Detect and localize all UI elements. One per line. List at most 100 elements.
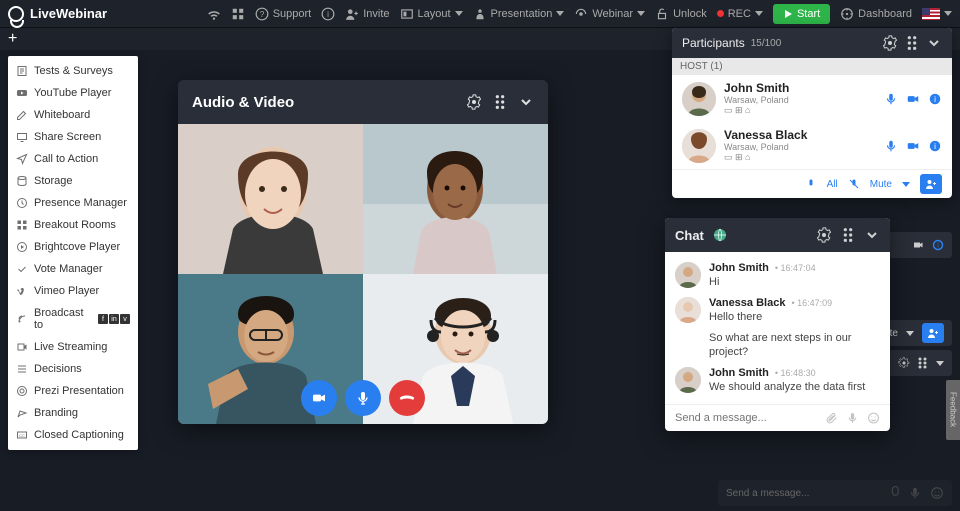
add-content-button[interactable]: + xyxy=(8,30,17,48)
menu-cc[interactable]: CCClosed Captioning xyxy=(8,424,138,446)
wifi-icon[interactable] xyxy=(207,7,221,21)
mic-icon[interactable] xyxy=(884,139,898,153)
avatar xyxy=(682,129,716,163)
gear-icon[interactable] xyxy=(466,94,482,110)
flag-us-icon xyxy=(922,8,940,20)
menu-breakout[interactable]: Breakout Rooms xyxy=(8,214,138,236)
mute-button[interactable]: Mute xyxy=(870,179,892,190)
menu-live-streaming[interactable]: Live Streaming xyxy=(8,336,138,358)
globe-icon xyxy=(712,227,728,243)
audio-video-panel: Audio & Video xyxy=(178,80,548,424)
drag-handle-icon[interactable] xyxy=(904,35,920,51)
layout-dropdown[interactable]: Layout xyxy=(400,7,463,21)
participant-os-icons: ▭ ⊞ ⌂ xyxy=(724,105,876,116)
participant-row[interactable]: John Smith Warsaw, Poland ▭ ⊞ ⌂ i xyxy=(672,75,952,122)
menu-call-to-action[interactable]: Call to Action xyxy=(8,148,138,170)
menu-vote[interactable]: Vote Manager xyxy=(8,258,138,280)
social-icons: finv xyxy=(98,314,130,324)
chat-panel: Chat John Smith16:47:04 Hi Vanessa Black… xyxy=(665,218,890,431)
call-controls xyxy=(301,380,425,416)
emoji-icon[interactable] xyxy=(867,411,880,425)
mic-icon[interactable] xyxy=(846,411,859,425)
chevron-down-icon[interactable] xyxy=(518,94,534,110)
dashboard-link[interactable]: Dashboard xyxy=(840,7,912,21)
tools-menu: Tests & Surveys YouTube Player Whiteboar… xyxy=(8,56,138,450)
svg-text:i: i xyxy=(327,9,329,18)
rec-button[interactable]: REC xyxy=(717,8,763,20)
start-button[interactable]: Start xyxy=(773,4,830,24)
chat-title: Chat xyxy=(675,228,704,243)
menu-vimeo[interactable]: Vimeo Player xyxy=(8,280,138,302)
info-icon[interactable]: i xyxy=(321,7,335,21)
chevron-down-icon[interactable] xyxy=(926,35,942,51)
presentation-dropdown[interactable]: Presentation xyxy=(473,7,565,21)
menu-youtube[interactable]: YouTube Player xyxy=(8,82,138,104)
camera-icon[interactable] xyxy=(906,139,920,153)
feedback-tab[interactable]: Feedback xyxy=(946,380,960,440)
participants-header: Participants 15/100 xyxy=(672,28,952,58)
menu-whiteboard[interactable]: Whiteboard xyxy=(8,104,138,126)
participants-count: 15/100 xyxy=(751,38,782,49)
invite-link[interactable]: Invite xyxy=(345,7,389,21)
chat-input[interactable] xyxy=(675,412,817,424)
menu-prezi[interactable]: Prezi Presentation xyxy=(8,380,138,402)
menu-tests-surveys[interactable]: Tests & Surveys xyxy=(8,60,138,82)
add-user-icon[interactable] xyxy=(922,323,944,343)
webinar-dropdown[interactable]: Webinar xyxy=(574,7,645,21)
menu-broadcast[interactable]: Broadcast to finv xyxy=(8,302,138,336)
video-grid xyxy=(178,124,548,424)
video-tile-2[interactable] xyxy=(363,124,548,274)
bg-chat-input: Send a message... xyxy=(718,480,952,506)
camera-icon[interactable] xyxy=(906,92,920,106)
hangup-button[interactable] xyxy=(389,380,425,416)
language-dropdown[interactable] xyxy=(922,8,952,20)
chat-message: Vanessa Black16:47:09 Hello there So wha… xyxy=(665,293,890,363)
participants-title: Participants xyxy=(682,36,745,50)
info-icon[interactable]: i xyxy=(928,92,942,106)
host-label: HOST (1) xyxy=(672,58,952,75)
drag-handle-icon[interactable] xyxy=(840,227,856,243)
drag-handle-icon[interactable] xyxy=(492,94,508,110)
participant-name: Vanessa Black xyxy=(724,128,876,142)
svg-text:i: i xyxy=(934,94,936,103)
add-participant-button[interactable] xyxy=(920,174,942,194)
participants-footer: All Mute xyxy=(672,169,952,198)
avatar xyxy=(675,367,701,393)
menu-brightcove[interactable]: Brightcove Player xyxy=(8,236,138,258)
menu-decisions[interactable]: Decisions xyxy=(8,358,138,380)
topbar: LiveWebinar ?Support i Invite Layout Pre… xyxy=(0,0,960,28)
gear-icon[interactable] xyxy=(816,227,832,243)
chat-header: Chat xyxy=(665,218,890,252)
camera-button[interactable] xyxy=(301,380,337,416)
participant-name: John Smith xyxy=(724,81,876,95)
participant-row[interactable]: Vanessa Black Warsaw, Poland ▭ ⊞ ⌂ i xyxy=(672,122,952,169)
svg-text:i: i xyxy=(937,243,939,250)
all-button[interactable]: All xyxy=(827,179,838,190)
menu-storage[interactable]: Storage xyxy=(8,170,138,192)
chat-input-bar xyxy=(665,404,890,431)
chevron-down-icon[interactable] xyxy=(864,227,880,243)
menu-branding[interactable]: Branding xyxy=(8,402,138,424)
info-icon[interactable]: i xyxy=(928,139,942,153)
participant-location: Warsaw, Poland xyxy=(724,142,876,152)
video-tile-1[interactable] xyxy=(178,124,363,274)
mic-button[interactable] xyxy=(345,380,381,416)
menu-presence[interactable]: Presence Manager xyxy=(8,192,138,214)
gear-icon[interactable] xyxy=(882,35,898,51)
support-link[interactable]: ?Support xyxy=(255,7,312,21)
avatar xyxy=(675,297,701,323)
chat-message: John Smith16:48:30 We should analyze the… xyxy=(665,363,890,398)
unlock-button[interactable]: Unlock xyxy=(655,7,707,21)
mic-icon[interactable] xyxy=(884,92,898,106)
participant-os-icons: ▭ ⊞ ⌂ xyxy=(724,152,876,163)
attach-icon[interactable] xyxy=(825,411,838,425)
svg-text:CC: CC xyxy=(19,433,25,438)
menu-share-screen[interactable]: Share Screen xyxy=(8,126,138,148)
chat-message: John Smith16:47:04 Hi xyxy=(665,258,890,293)
av-header: Audio & Video xyxy=(178,80,548,124)
brand-text: LiveWebinar xyxy=(30,6,107,21)
participant-location: Warsaw, Poland xyxy=(724,95,876,105)
brand-logo-icon xyxy=(8,6,24,22)
apps-icon[interactable] xyxy=(231,7,245,21)
rec-dot-icon xyxy=(717,10,724,17)
